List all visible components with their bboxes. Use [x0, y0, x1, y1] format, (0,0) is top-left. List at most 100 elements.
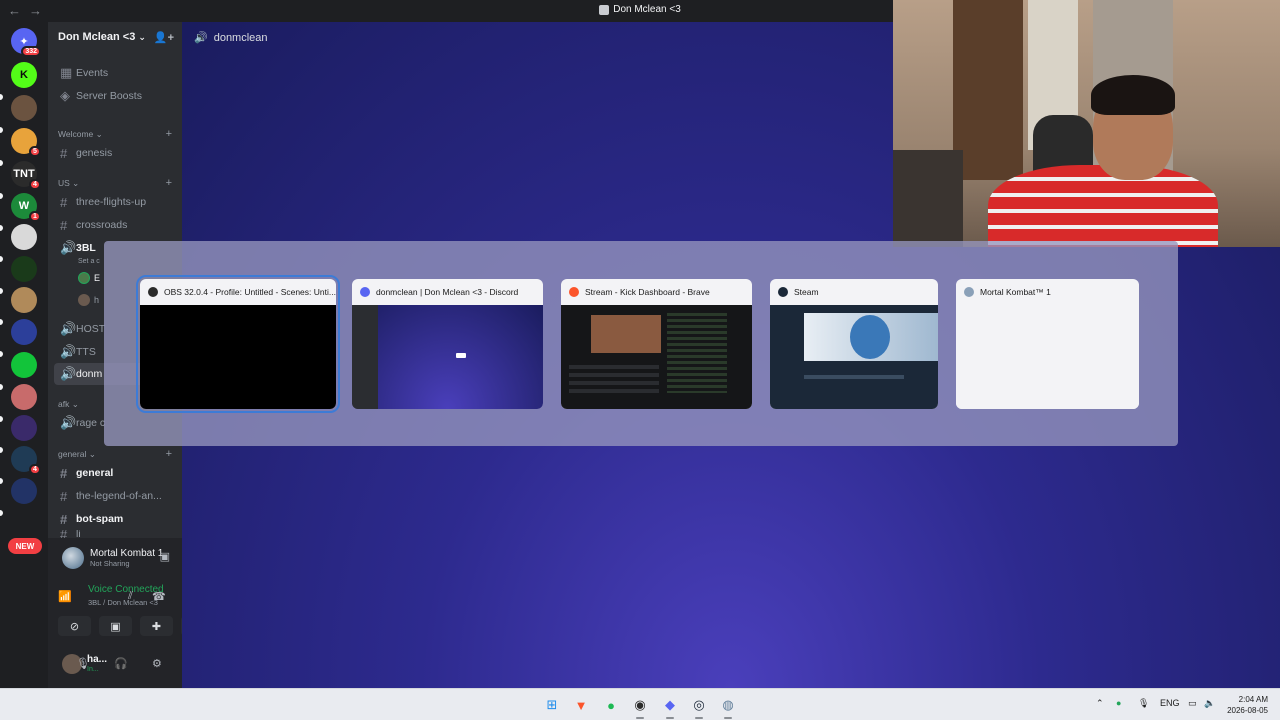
gear-icon[interactable]: ⚙	[152, 657, 162, 670]
person-hair	[1091, 75, 1175, 115]
server-header[interactable]: Don Mclean <3 ⌄ 👤+	[48, 22, 182, 52]
microphone-icon[interactable]: 🎙	[1138, 698, 1149, 709]
server-icon-2[interactable]	[11, 95, 37, 121]
discord-home-button[interactable]: ✦ 332	[11, 28, 41, 57]
channel-label: genesis	[76, 147, 113, 159]
channel-label: li	[76, 530, 81, 538]
chevron-up-icon[interactable]: ⌃	[1096, 698, 1104, 709]
obs-icon[interactable]: ◉	[630, 695, 650, 719]
camera-off-button[interactable]: ⊘	[58, 616, 91, 636]
tray-app-icon[interactable]: ●	[1116, 698, 1121, 708]
server-icon-8[interactable]	[11, 287, 37, 313]
unread-pip	[0, 447, 3, 453]
server-icon-7[interactable]	[11, 256, 37, 282]
channel-status-text: Set a c	[78, 258, 100, 265]
network-icon[interactable]: ▭	[1188, 698, 1197, 709]
unread-pip	[0, 127, 3, 133]
hash-icon: #	[60, 488, 68, 504]
category-label: afk	[58, 399, 70, 409]
server-label: K	[20, 69, 28, 81]
running-indicator	[695, 717, 703, 719]
spotify-icon[interactable]: ●	[601, 695, 621, 715]
microphone-icon[interactable]: 🎙	[76, 657, 90, 670]
category-general[interactable]: general ⌄ +	[58, 447, 172, 461]
add-channel-icon[interactable]: +	[166, 177, 172, 189]
voice-user-1[interactable]: E	[78, 272, 100, 284]
channel-general[interactable]: # general	[54, 462, 176, 484]
sidebar-item-server-boosts[interactable]: ◈ Server Boosts	[54, 85, 176, 107]
server-rail: ✦ 332 K 5 TNT 4 W 1 4 NEW	[0, 22, 48, 688]
calendar-icon: ▦	[60, 65, 73, 80]
channel-crossroads[interactable]: # crossroads	[54, 214, 176, 236]
tile-caption: Mortal Kombat™ 1	[956, 279, 1139, 305]
steam-icon[interactable]: ◎	[689, 695, 709, 719]
hash-icon: #	[60, 530, 68, 538]
add-channel-icon[interactable]: +	[166, 128, 172, 140]
server-icon-1[interactable]: K	[11, 62, 37, 88]
tile-title: Steam	[794, 287, 819, 297]
sidebar-item-events[interactable]: ▦ Events	[54, 62, 176, 84]
disconnect-icon[interactable]: ☎	[152, 590, 166, 603]
tile-thumbnail	[561, 305, 752, 409]
obs-icon	[148, 287, 158, 297]
channel-the-legend[interactable]: # the-legend-of-an...	[54, 485, 176, 507]
speaker-icon: 🔊	[194, 32, 208, 44]
running-indicator	[666, 717, 674, 719]
system-clock[interactable]: 2:04 AM 2026-08-05	[1227, 694, 1268, 716]
running-indicator	[724, 717, 732, 719]
username[interactable]: ha...	[87, 654, 107, 665]
switcher-tile-steam[interactable]: Steam	[770, 279, 938, 409]
share-screen-icon[interactable]: ▣	[160, 550, 170, 563]
voice-user-name: E	[94, 273, 101, 283]
avatar	[78, 272, 90, 284]
windows-taskbar: ⊞ ▼ ● ◉ ◆ ◎ ◍ ⌃ ● 🎙 ENG ▭ 🔈 2:04 AM 2026-08-05	[0, 688, 1280, 720]
server-icon-13[interactable]: 4	[11, 446, 41, 475]
channel-bot-spam[interactable]: # bot-spam	[54, 508, 176, 530]
switcher-tile-discord[interactable]: donmclean | Don Mclean <3 - Discord	[352, 279, 543, 409]
server-icon-14[interactable]	[11, 478, 37, 504]
switcher-tile-brave[interactable]: Stream - Kick Dashboard - Brave	[561, 279, 752, 409]
unread-pip	[0, 225, 3, 231]
switcher-tile-mortal-kombat[interactable]: Mortal Kombat™ 1	[956, 279, 1139, 409]
add-user-icon[interactable]: 👤+	[154, 31, 174, 44]
voice-connection-panel: 📶 Voice Connected 3BL / Don Mclean <3 ⫽ …	[48, 578, 214, 646]
volume-icon[interactable]: 🔈	[1204, 698, 1215, 709]
server-icon-11[interactable]	[11, 384, 37, 410]
speaker-icon: 🔊	[60, 240, 77, 255]
unread-pip	[0, 510, 3, 516]
language-indicator[interactable]: ENG	[1160, 698, 1180, 708]
switcher-tile-obs[interactable]: OBS 32.0.4 - Profile: Untitled - Scenes:…	[136, 275, 340, 413]
channel-three-flights-up[interactable]: # three-flights-up	[54, 191, 176, 213]
door	[953, 0, 1023, 180]
channel-label: the-legend-of-an...	[76, 490, 162, 502]
hash-icon: #	[60, 217, 68, 233]
channel-partial[interactable]: # li	[54, 530, 176, 538]
channel-genesis[interactable]: # genesis	[54, 142, 176, 164]
signal-icon: 📶	[58, 591, 72, 603]
category-welcome[interactable]: Welcome ⌄ +	[58, 127, 172, 141]
mortal-kombat-icon[interactable]: ◍	[718, 695, 738, 719]
server-icon-5[interactable]: W1	[11, 193, 41, 222]
server-icon-6[interactable]	[11, 224, 37, 250]
screen-share-button[interactable]: ▣	[99, 616, 132, 636]
channel-header: 🔊 donmclean	[194, 31, 268, 45]
activities-button[interactable]: ✚	[140, 616, 173, 636]
server-icon-9[interactable]	[11, 319, 37, 345]
add-channel-icon[interactable]: +	[166, 448, 172, 460]
discord-icon[interactable]: ◆	[660, 695, 680, 719]
windows-start-icon[interactable]: ⊞	[542, 695, 562, 715]
server-icon-3[interactable]: 5	[11, 128, 41, 157]
unread-pip	[0, 351, 3, 357]
channel-label: bot-spam	[76, 513, 124, 525]
new-badge[interactable]: NEW	[8, 538, 42, 554]
voice-user-2[interactable]: h	[78, 294, 99, 306]
category-us[interactable]: US ⌄ +	[58, 176, 172, 190]
server-mention-badge: 4	[29, 464, 41, 475]
brave-icon[interactable]: ▼	[571, 695, 591, 715]
noise-suppression-icon[interactable]: ⫽	[128, 590, 133, 603]
server-icon-12[interactable]	[11, 415, 37, 441]
server-icon-4[interactable]: TNT 4	[11, 161, 41, 190]
webcam-overlay	[893, 0, 1280, 247]
server-icon-10[interactable]	[11, 352, 37, 378]
headphones-icon[interactable]: 🎧	[114, 657, 128, 670]
